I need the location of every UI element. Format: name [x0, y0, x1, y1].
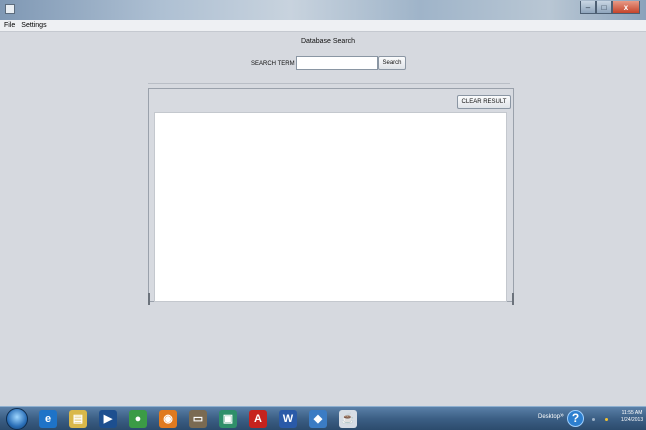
search-term-label: SEARCH TERM	[251, 61, 295, 67]
internet-explorer-icon[interactable]: e	[39, 410, 57, 428]
window-title-bar[interactable]: – □ x	[0, 0, 646, 20]
clock-time: 11:55 AM	[621, 410, 643, 416]
page-title: Database Search	[300, 38, 356, 45]
desktop-toolbar-label[interactable]: Desktop	[538, 414, 560, 420]
chevron-right-icon[interactable]: »	[560, 412, 564, 419]
menu-bar: File Settings	[0, 20, 646, 32]
taskbar: e ▤ ▶ ● ◉ ▭ ▣ A W ◆ ☕ Desktop » ? 11:55 AM 1/24/20…	[0, 406, 646, 430]
network-icon[interactable]: ▭	[189, 410, 207, 428]
word-icon[interactable]: W	[279, 410, 297, 428]
maximize-button[interactable]: □	[596, 1, 612, 14]
panel-edge-left	[148, 293, 150, 305]
separator	[148, 83, 510, 84]
clock[interactable]: 11:55 AM 1/24/2013	[619, 410, 645, 424]
java-icon[interactable]: ☕	[339, 410, 357, 428]
notification-icon[interactable]	[605, 418, 608, 421]
virtualbox-icon[interactable]: ◆	[309, 410, 327, 428]
window-controls: – □ x	[580, 1, 640, 14]
firefox-icon[interactable]: ◉	[159, 410, 177, 428]
clear-result-button[interactable]: CLEAR RESULT	[457, 95, 511, 109]
help-icon[interactable]: ?	[567, 410, 584, 427]
search-input[interactable]	[296, 56, 378, 70]
search-button[interactable]: Search	[378, 56, 406, 70]
start-button[interactable]	[6, 408, 28, 430]
menu-file[interactable]: File	[4, 22, 15, 29]
close-button[interactable]: x	[612, 1, 640, 14]
panel-edge-right	[512, 293, 514, 305]
result-text-area[interactable]	[154, 112, 507, 302]
app-icon[interactable]: ▣	[219, 410, 237, 428]
media-player-icon[interactable]: ▶	[99, 410, 117, 428]
file-explorer-icon[interactable]: ▤	[69, 410, 87, 428]
clock-date: 1/24/2013	[620, 417, 644, 423]
menu-settings[interactable]: Settings	[21, 22, 46, 29]
app-icon	[5, 4, 15, 14]
acrobat-icon[interactable]: A	[249, 410, 267, 428]
minimize-button[interactable]: –	[580, 1, 596, 14]
tray-arrow-icon[interactable]	[592, 418, 595, 421]
chrome-icon[interactable]: ●	[129, 410, 147, 428]
